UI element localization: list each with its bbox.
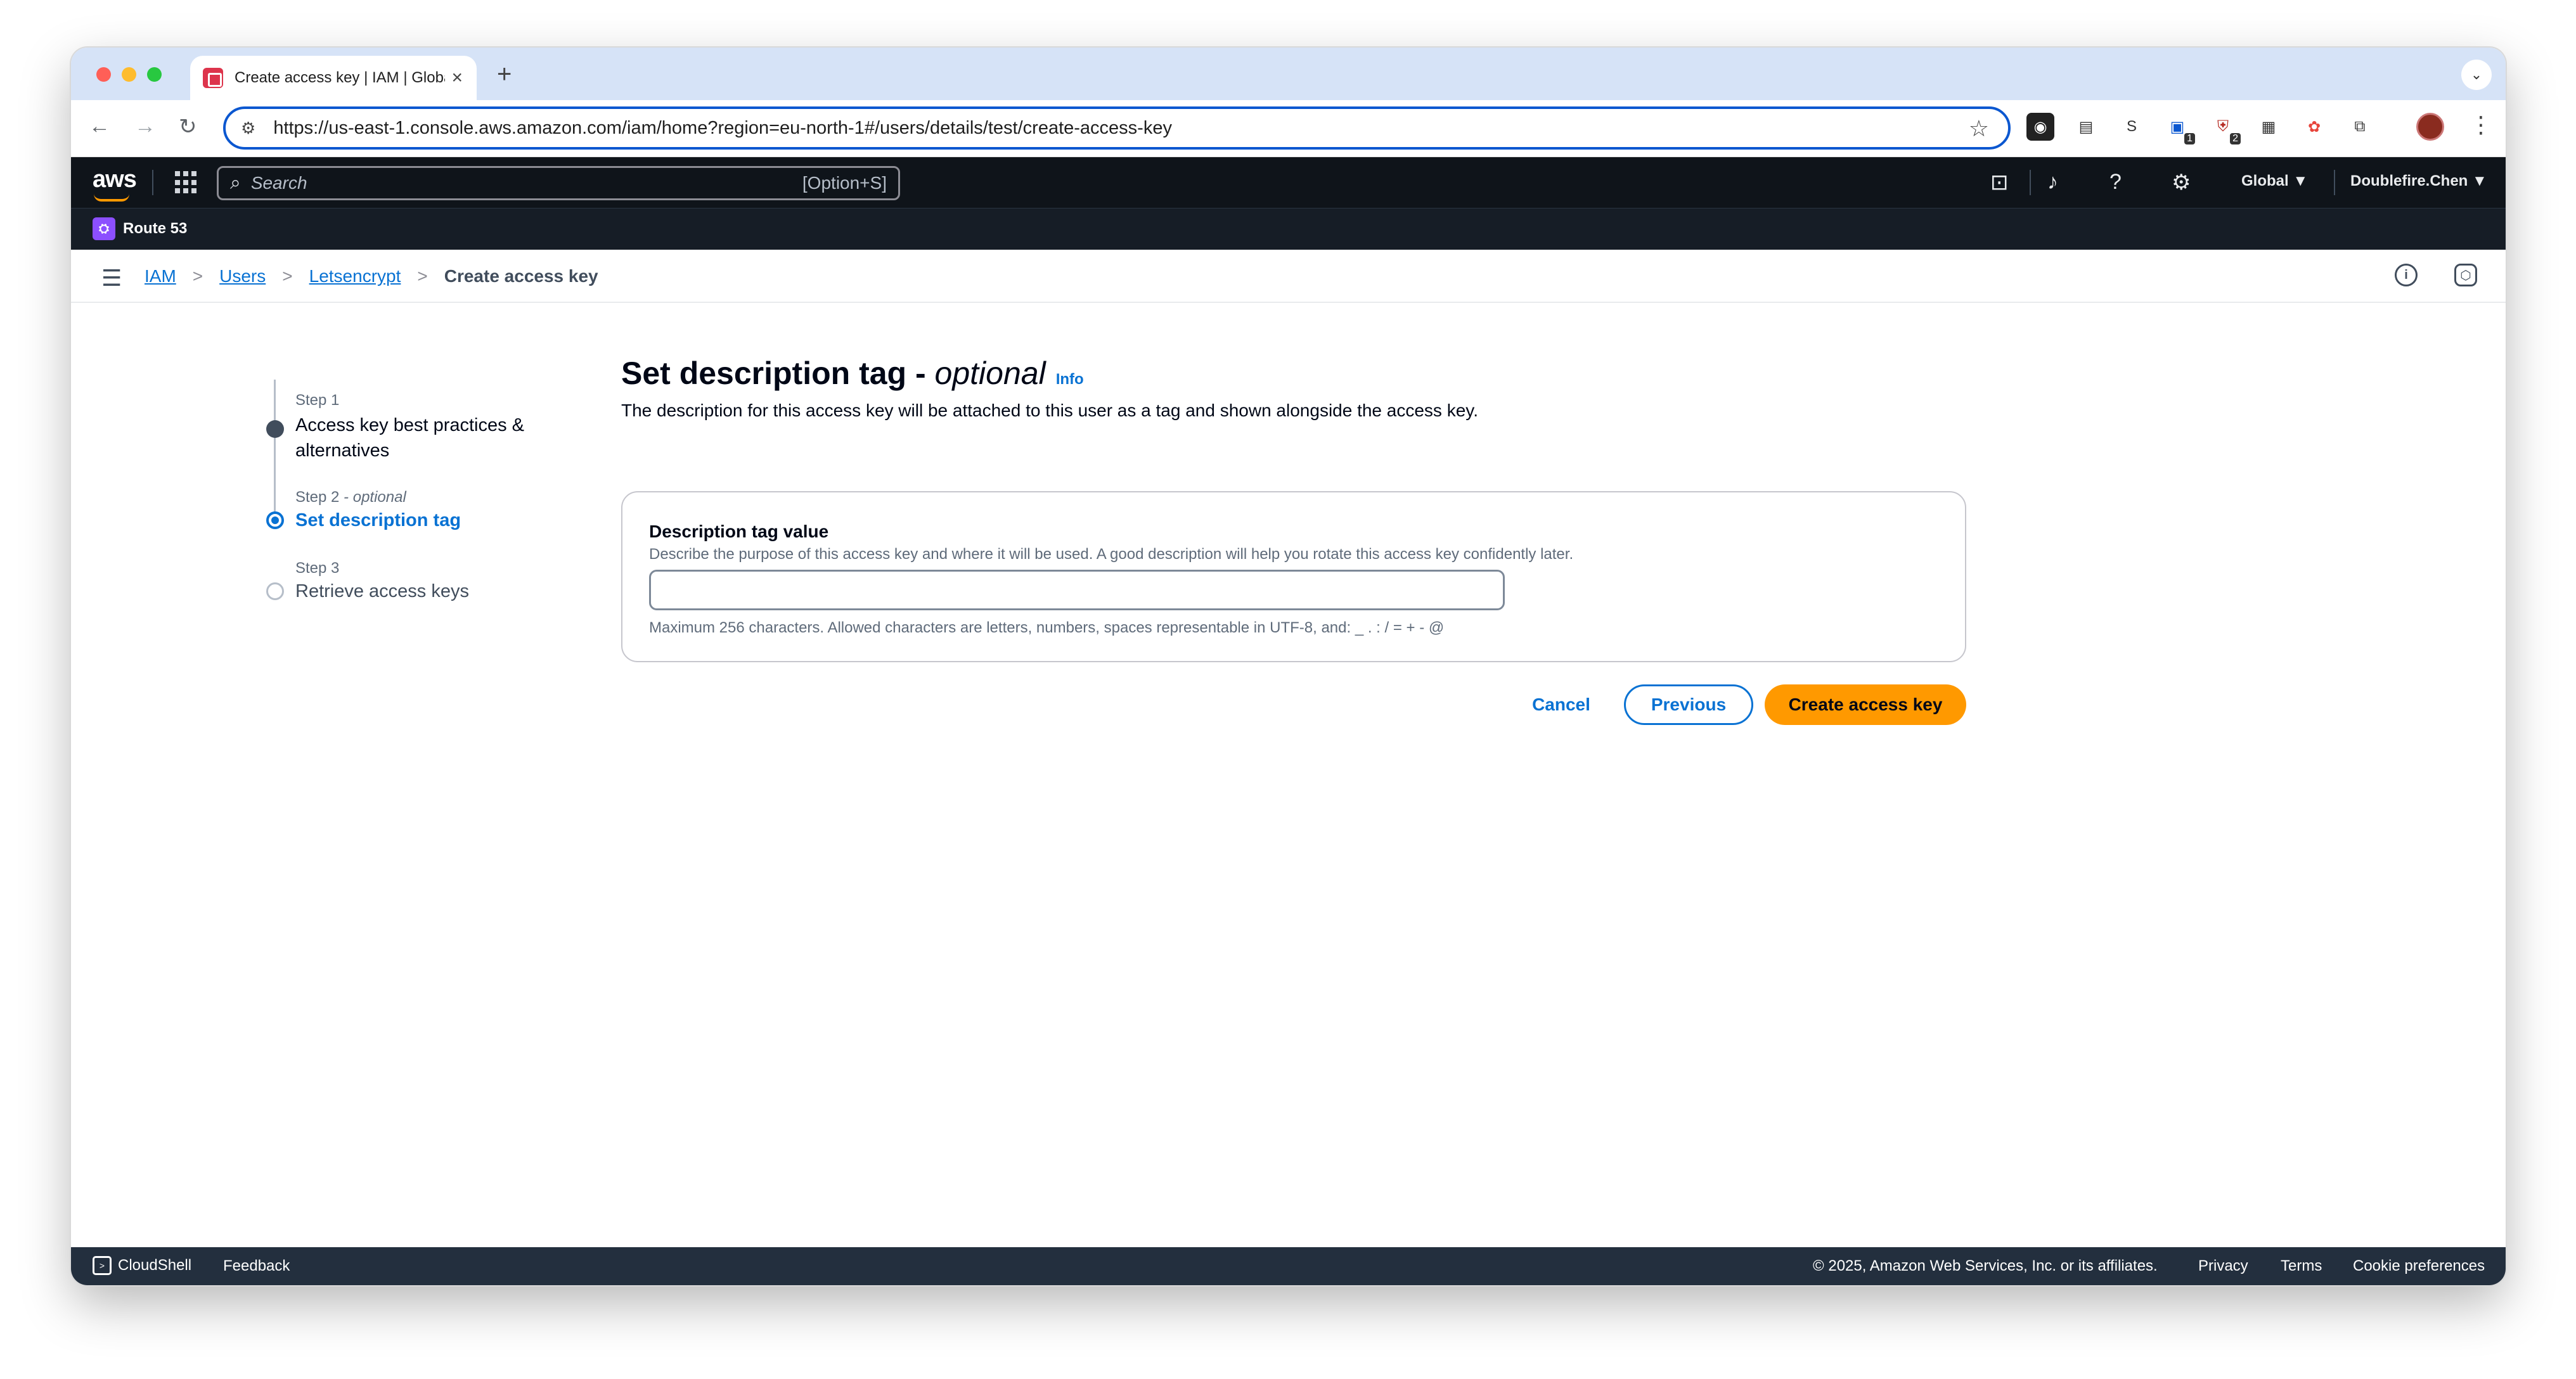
services-grid-icon[interactable] [175,171,198,194]
service-favorites-bar: ⛭ Route 53 [71,208,2506,250]
extension-4-icon[interactable]: ▣ 1 [2163,113,2195,144]
profile-avatar[interactable] [2416,113,2444,141]
breadcrumb-letsencrypt[interactable]: Letsencrypt [309,266,401,286]
create-access-key-button[interactable]: Create access key [1765,684,1966,725]
page-title: Set description tag - optional Info [621,356,1084,391]
terms-link[interactable]: Terms [2281,1257,2322,1275]
url-text[interactable]: https://us-east-1.console.aws.amazon.com… [273,118,1172,139]
page-description: The description for this access key will… [621,401,1478,420]
route53-shortcut[interactable]: ⛭ Route 53 [93,217,187,240]
extension-7-icon[interactable]: ✿ [2300,113,2328,141]
aws-top-nav: aws ⌕ Search [Option+S] ⊡ ♪ ? ⚙ Global ▼… [71,157,2506,208]
step-pending-icon [266,582,284,600]
aws-logo[interactable]: aws [93,166,137,202]
step-completed-icon [266,420,284,438]
extension-2-icon[interactable]: ▤ [2072,113,2100,141]
breadcrumb-current: Create access key [444,266,598,286]
field-label: Description tag value [649,522,829,541]
browser-tab[interactable]: Create access key | IAM | Global × [190,56,477,100]
notifications-bell-icon[interactable]: ♪ [2047,170,2058,195]
privacy-link[interactable]: Privacy [2198,1257,2248,1275]
tab-strip: Create access key | IAM | Global × + ⌄ [71,48,2506,100]
back-arrow-icon[interactable]: ← [89,114,110,139]
cloudshell-button[interactable]: > CloudShell [93,1256,191,1275]
search-placeholder: Search [250,173,307,193]
description-tag-container: Description tag value Describe the purpo… [621,491,1966,662]
reload-icon[interactable]: ↻ [179,114,197,139]
console-footer: > CloudShell Feedback © 2025, Amazon Web… [71,1247,2506,1285]
main-content: Set description tag - optional Info The d… [621,355,1966,725]
site-info-icon[interactable]: ⚙ [241,119,255,138]
breadcrumb-users[interactable]: Users [219,266,266,286]
browser-menu-icon[interactable]: ⋮ [2470,112,2492,138]
feedback-hexagon-icon[interactable]: ⬡ [2454,264,2477,286]
tab-title: Create access key | IAM | Global [235,69,446,86]
step-2-number: Step 2 - optional [295,489,406,506]
cancel-button[interactable]: Cancel [1520,684,1602,725]
minimize-window-button[interactable] [122,67,136,82]
form-actions: Cancel Previous Create access key [621,684,1966,729]
region-selector[interactable]: Global ▼ [2241,172,2308,190]
iam-favicon-icon [203,68,223,88]
route53-label: Route 53 [123,220,188,237]
field-constraint: Maximum 256 characters. Allowed characte… [649,619,1445,636]
bookmark-star-icon[interactable]: ☆ [1969,115,1989,142]
close-tab-icon[interactable]: × [451,67,463,89]
extension-3-icon[interactable]: S [2118,113,2146,141]
description-tag-input[interactable] [649,570,1505,610]
breadcrumb-bar: ☰ IAM > Users > Letsencrypt > Create acc… [71,250,2506,303]
breadcrumb-iam[interactable]: IAM [145,266,176,286]
tab-search-chevron-icon[interactable]: ⌄ [2461,60,2492,90]
steps-connector-line [274,380,276,513]
account-menu[interactable]: Doublefire.Chen ▼ [2350,172,2487,190]
step-1-label[interactable]: Access key best practices & alternatives [295,413,562,463]
extensions-puzzle-icon[interactable]: ⧉ [2346,113,2374,141]
extension-1-icon[interactable]: ◉ [2026,113,2054,141]
step-2-label: Set description tag [295,510,461,530]
new-tab-button[interactable]: + [497,60,512,89]
step-3-label: Retrieve access keys [295,581,469,601]
breadcrumb-separator-icon: > [417,266,428,286]
search-icon: ⌕ [230,172,241,193]
cloudshell-footer-icon: > [93,1256,112,1275]
extensions-bar: ◉ ▤ S ▣ 1 ⛨ 2 ▦ ✿ ⧉ [2026,113,2374,144]
breadcrumb: IAM > Users > Letsencrypt > Create acces… [145,266,598,286]
settings-gear-icon[interactable]: ⚙ [2172,170,2191,195]
close-window-button[interactable] [96,67,111,82]
address-bar[interactable]: ⚙ https://us-east-1.console.aws.amazon.c… [223,106,2011,150]
window-controls [96,67,162,82]
search-shortcut: [Option+S] [802,173,887,193]
extension-6-icon[interactable]: ▦ [2255,113,2283,141]
info-panel-icon[interactable]: i [2395,264,2418,286]
search-input[interactable]: ⌕ Search [Option+S] [217,166,900,200]
breadcrumb-separator-icon: > [192,266,203,286]
extension-5-icon[interactable]: ⛨ 2 [2209,113,2241,144]
step-3-number: Step 3 [295,560,340,577]
field-description: Describe the purpose of this access key … [649,546,1574,563]
cloudshell-icon[interactable]: ⊡ [1990,170,2009,195]
forward-arrow-icon[interactable]: → [134,114,156,139]
route53-icon: ⛭ [93,217,115,240]
breadcrumb-separator-icon: > [282,266,293,286]
copyright-text: © 2025, Amazon Web Services, Inc. or its… [1813,1257,2158,1274]
previous-button[interactable]: Previous [1624,684,1753,725]
info-link[interactable]: Info [1056,371,1084,388]
maximize-window-button[interactable] [147,67,162,82]
menu-hamburger-icon[interactable]: ☰ [101,265,122,292]
browser-window: Create access key | IAM | Global × + ⌄ ←… [71,48,2506,1285]
browser-toolbar: ← → ↻ ⚙ https://us-east-1.console.aws.am… [71,100,2506,157]
help-icon[interactable]: ? [2109,170,2122,195]
cookie-preferences-link[interactable]: Cookie preferences [2353,1257,2485,1275]
feedback-link[interactable]: Feedback [223,1257,290,1275]
step-1-number: Step 1 [295,392,340,409]
step-current-icon [266,511,284,529]
